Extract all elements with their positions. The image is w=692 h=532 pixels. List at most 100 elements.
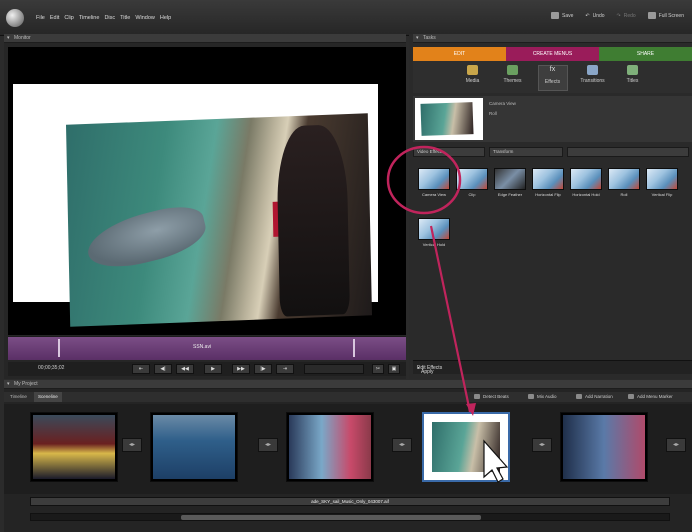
apply-button[interactable]: ✓ Apply: [417, 365, 690, 375]
subtab-transitions[interactable]: Transitions: [578, 65, 608, 93]
menu-clip[interactable]: Clip: [64, 15, 73, 21]
tab-timeline[interactable]: Timeline: [6, 392, 31, 402]
tab-edit[interactable]: EDIT: [413, 47, 506, 61]
ruler-marker-left[interactable]: [58, 339, 60, 357]
effect-label: Camera View: [422, 192, 446, 197]
subcategory-dropdown[interactable]: Transform: [489, 147, 563, 157]
tasks-header[interactable]: Tasks: [413, 34, 692, 43]
subtab-media[interactable]: Media: [458, 65, 488, 93]
dolphin-image: [82, 199, 211, 276]
undo-icon: ↶: [585, 12, 590, 19]
transition-slot-5[interactable]: ◂▸: [666, 438, 686, 452]
clip-thumbnail: [563, 415, 645, 479]
clip-thumbnail: [33, 415, 115, 479]
add-menu-marker-button[interactable]: Add Menu Marker: [628, 392, 673, 402]
menu-list: File Edit Clip Timeline Disc Title Windo…: [36, 15, 171, 21]
effect-horizontal-hold[interactable]: Horizontal Hold: [569, 168, 603, 197]
clip-thumbnail: [153, 415, 235, 479]
apply-label: Apply: [421, 369, 434, 375]
monitor-panel: Monitor SSN.avi 00;00;35;02 ⇤ ◀| ◀◀ ▶ ▶▶…: [4, 34, 406, 379]
tab-share[interactable]: SHARE: [599, 47, 692, 61]
scene-clip-4-selected[interactable]: [422, 412, 510, 482]
save-button[interactable]: Save: [550, 12, 574, 19]
monitor-timeline-ruler[interactable]: SSN.avi: [8, 336, 406, 360]
transition-slot-4[interactable]: ◂▸: [532, 438, 552, 452]
tasks-panel: Tasks EDIT CREATE MENUS SHARE Media Them…: [409, 34, 692, 379]
effect-vertical-hold[interactable]: Vertical Hold: [417, 218, 451, 247]
split-clip-button[interactable]: ✂: [372, 364, 384, 374]
go-to-end-button[interactable]: ⇥: [276, 364, 294, 374]
subtab-themes[interactable]: Themes: [498, 65, 528, 93]
mix-audio-button[interactable]: Mix Audio: [528, 392, 557, 402]
subtab-titles[interactable]: Titles: [618, 65, 648, 93]
detect-beats-button[interactable]: Detect Beats: [474, 392, 509, 402]
transitions-icon: [587, 65, 598, 75]
effects-search-field[interactable]: [567, 147, 689, 157]
scene-clip-5[interactable]: [560, 412, 648, 482]
scene-clip-1[interactable]: [30, 412, 118, 482]
scene-clip-2[interactable]: [150, 412, 238, 482]
preview-row-1: Camera View: [489, 101, 516, 106]
audio-track[interactable]: ade_SKY_sail_Music_Only_043007.aif: [30, 497, 670, 506]
project-header[interactable]: My Project: [4, 380, 692, 389]
menu-disc[interactable]: Disc: [104, 15, 115, 21]
video-image: [65, 113, 373, 327]
menu-title[interactable]: Title: [120, 15, 130, 21]
effect-label: Clip: [468, 192, 476, 197]
effect-label: Horizontal Flip: [535, 192, 561, 197]
effect-label: Roll: [620, 192, 628, 197]
timecode[interactable]: 00;00;35;02: [38, 365, 64, 371]
effect-clip[interactable]: Clip: [455, 168, 489, 197]
task-tabs: EDIT CREATE MENUS SHARE: [413, 47, 692, 61]
undo-button[interactable]: ↶ Undo: [585, 13, 604, 19]
effect-thumbnail: [532, 168, 564, 190]
effect-horizontal-flip[interactable]: Horizontal Flip: [531, 168, 565, 197]
menu-help[interactable]: Help: [160, 15, 171, 21]
save-label: Save: [561, 12, 574, 19]
shuttle-slider[interactable]: [304, 364, 364, 374]
monitor-header[interactable]: Monitor: [4, 34, 406, 43]
menu-window[interactable]: Window: [135, 15, 155, 21]
preview-row-2: Roll: [489, 111, 497, 116]
full-screen-button[interactable]: Full Screen: [647, 12, 684, 19]
scroll-thumb[interactable]: [181, 515, 481, 520]
effect-thumbnail: [570, 168, 602, 190]
project-panel: My Project Timeline Sceneline Detect Bea…: [4, 380, 692, 532]
play-button[interactable]: ▶: [204, 364, 222, 374]
menu-edit[interactable]: Edit: [50, 15, 59, 21]
redo-button[interactable]: ↷ Redo: [617, 13, 636, 19]
effect-label: Horizontal Hold: [572, 192, 600, 197]
scene-clip-3[interactable]: [286, 412, 374, 482]
step-back-button[interactable]: ◀|: [154, 364, 172, 374]
grab-frame-button[interactable]: ▣: [388, 364, 400, 374]
monitor-viewer[interactable]: [8, 47, 406, 335]
effect-edge-feather[interactable]: Edge Feather: [493, 168, 527, 197]
edit-subtabs: Media Themes fx Effects Transitions Title…: [413, 61, 692, 93]
rewind-button[interactable]: ◀◀: [176, 364, 194, 374]
effect-roll[interactable]: Roll: [607, 168, 641, 197]
menu-timeline[interactable]: Timeline: [79, 15, 100, 21]
undo-label: Undo: [592, 12, 605, 19]
category-dropdown[interactable]: Video Effects: [413, 147, 485, 157]
tab-create-menus[interactable]: CREATE MENUS: [506, 47, 599, 61]
add-narration-button[interactable]: Add Narration: [576, 392, 613, 402]
effect-camera-view[interactable]: Camera View: [417, 168, 451, 197]
ruler-marker-right[interactable]: [353, 339, 355, 357]
effect-vertical-flip[interactable]: Vertical Flip: [645, 168, 679, 197]
effect-thumbnail: [418, 168, 450, 190]
menu-file[interactable]: File: [36, 15, 45, 21]
transition-slot-1[interactable]: ◂▸: [122, 438, 142, 452]
effects-icon: fx: [549, 66, 556, 73]
titles-icon: [627, 65, 638, 75]
go-to-start-button[interactable]: ⇤: [132, 364, 150, 374]
toolbar: Save ↶ Undo ↷ Redo Full Screen: [550, 12, 684, 19]
subtab-effects[interactable]: fx Effects: [537, 65, 568, 91]
transition-slot-2[interactable]: ◂▸: [258, 438, 278, 452]
subtab-themes-label: Themes: [503, 78, 522, 84]
transition-slot-3[interactable]: ◂▸: [392, 438, 412, 452]
horizontal-scrollbar[interactable]: [30, 513, 670, 521]
effect-thumbnail: [456, 168, 488, 190]
tab-sceneline[interactable]: Sceneline: [34, 392, 62, 402]
step-forward-button[interactable]: |▶: [254, 364, 272, 374]
fast-forward-button[interactable]: ▶▶: [232, 364, 250, 374]
